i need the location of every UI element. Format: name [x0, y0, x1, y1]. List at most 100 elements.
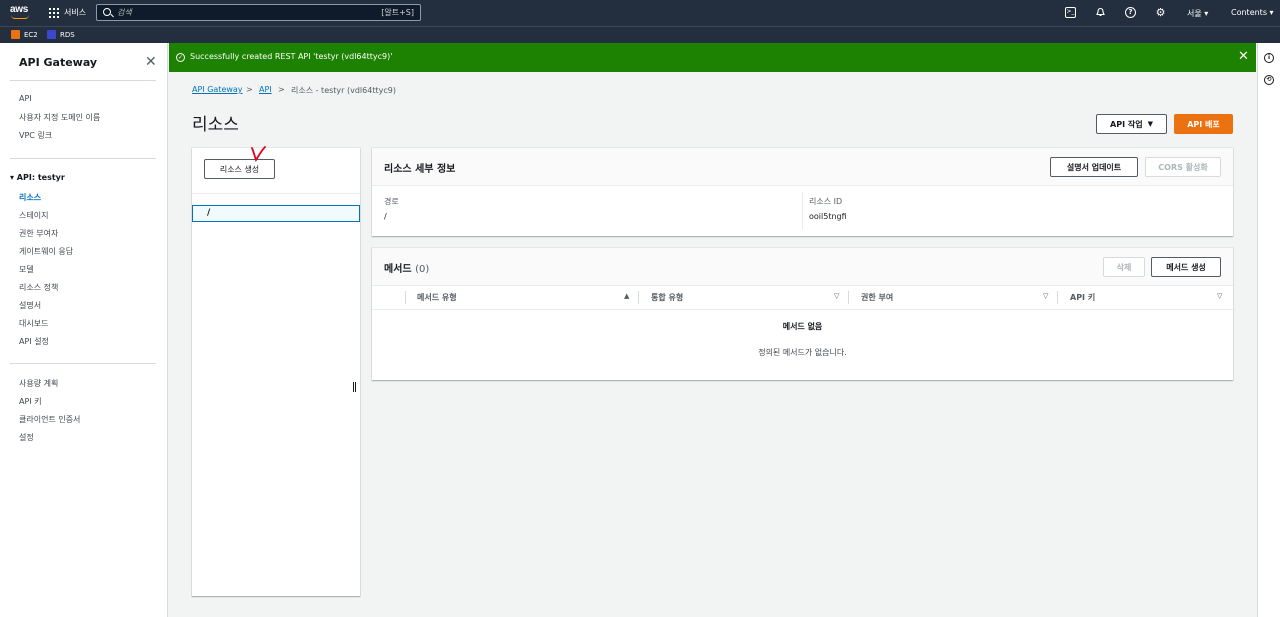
account-menu[interactable]: Contents ▾	[1231, 8, 1274, 17]
gear-icon[interactable]: ⚙	[1155, 7, 1166, 18]
deploy-api-button[interactable]: API 배포	[1174, 114, 1233, 134]
divider	[10, 80, 156, 81]
sidebar-item-authorizers[interactable]: 권한 부여자	[19, 228, 58, 239]
sidebar-api-section[interactable]: ▾ API: testyr	[10, 173, 65, 182]
search-icon	[103, 8, 111, 16]
rds-icon	[47, 30, 56, 39]
sidebar-item-client-certificates[interactable]: 클라이언트 인증서	[19, 414, 80, 425]
sidebar-item-models[interactable]: 모델	[19, 264, 34, 275]
resource-id-label: 리소스 ID	[809, 197, 843, 206]
page-title: 리소스	[192, 115, 239, 135]
empty-state-title: 메서드 없음	[782, 322, 823, 331]
terminal-icon[interactable]: >_	[1065, 7, 1076, 18]
sidebar-item-vpc-link[interactable]: VPC 링크	[19, 130, 52, 141]
sort-icon[interactable]: ▽	[1217, 292, 1222, 300]
path-value: /	[384, 212, 387, 221]
caret-down-icon: ▼	[1147, 120, 1153, 128]
aws-logo[interactable]: aws	[10, 4, 32, 22]
favorite-ec2[interactable]: EC2	[11, 30, 38, 39]
favorite-label: EC2	[24, 30, 38, 39]
sidebar-title: API Gateway	[19, 56, 98, 69]
column-divider	[848, 291, 849, 304]
methods-table-header: 메서드 유형 ▲ 통합 유형 ▽ 권한 부여 ▽ API 키 ▽	[372, 286, 1233, 310]
create-method-button[interactable]: 메서드 생성	[1151, 257, 1221, 277]
enable-cors-button[interactable]: CORS 활성화	[1145, 157, 1221, 177]
column-method-type[interactable]: 메서드 유형	[417, 292, 457, 303]
methods-title: 메서드 (0)	[384, 260, 429, 275]
divider	[10, 158, 156, 159]
services-label: 서비스	[64, 8, 87, 17]
feedback-icon[interactable]: ⟲	[1264, 75, 1274, 85]
sidebar-item-api[interactable]: API	[19, 94, 32, 103]
success-flash-banner: ✓ Successfully created REST API 'testyr …	[169, 43, 1256, 72]
sidebar-item-settings[interactable]: 설정	[19, 432, 34, 443]
panel-header: 리소스 세부 정보 설명서 업데이트 CORS 활성화	[372, 148, 1233, 186]
ec2-icon	[11, 30, 20, 39]
column-api-key[interactable]: API 키	[1070, 292, 1095, 303]
resource-tree-root[interactable]: /	[192, 205, 360, 222]
column-authorization[interactable]: 권한 부여	[861, 292, 893, 303]
column-divider	[1057, 291, 1058, 304]
panel-header: 메서드 (0) 삭제 메서드 생성	[372, 248, 1233, 286]
region-selector[interactable]: 서울 ▾	[1187, 8, 1208, 19]
search-box[interactable]: [알트+S]	[96, 4, 421, 21]
info-icon[interactable]: i	[1264, 53, 1274, 63]
flash-message: Successfully created REST API 'testyr (v…	[190, 52, 393, 61]
update-documentation-button[interactable]: 설명서 업데이트	[1050, 157, 1138, 177]
close-icon[interactable]: ✕	[1238, 49, 1249, 64]
column-divider	[638, 291, 639, 304]
handwritten-check-annotation	[250, 145, 268, 166]
help-icon[interactable]: ?	[1125, 7, 1136, 18]
breadcrumb-separator: >	[278, 85, 285, 94]
breadcrumb-separator: >	[246, 85, 253, 94]
api-actions-button[interactable]: API 작업 ▼	[1096, 114, 1167, 134]
sidebar: API Gateway ✕ API 사용자 지정 도메인 이름 VPC 링크 ▾…	[0, 43, 168, 617]
delete-method-button[interactable]: 삭제	[1103, 257, 1145, 277]
favorite-label: RDS	[60, 30, 75, 39]
breadcrumb-api-gateway[interactable]: API Gateway	[192, 85, 243, 94]
resource-details-panel: 리소스 세부 정보 설명서 업데이트 CORS 활성화 경로 / 리소스 ID …	[372, 148, 1233, 236]
details-title: 리소스 세부 정보	[384, 164, 456, 175]
sidebar-item-gateway-responses[interactable]: 게이트웨이 응답	[19, 246, 73, 257]
resource-tree-panel: 리소스 생성 /	[192, 148, 360, 596]
right-utility-rail: i ⟲	[1257, 43, 1280, 617]
methods-title-text: 메서드	[384, 264, 412, 275]
sidebar-item-resource-policy[interactable]: 리소스 정책	[19, 282, 58, 293]
aws-logo-text: aws	[10, 4, 29, 15]
sort-icon[interactable]: ▽	[1043, 292, 1048, 300]
services-menu-button[interactable]: 서비스	[49, 7, 86, 18]
check-circle-icon: ✓	[176, 53, 185, 62]
sidebar-item-api-settings[interactable]: API 설정	[19, 336, 49, 347]
sidebar-item-custom-domain[interactable]: 사용자 지정 도메인 이름	[19, 112, 100, 123]
close-icon[interactable]: ✕	[145, 54, 157, 70]
methods-panel: 메서드 (0) 삭제 메서드 생성 메서드 유형 ▲ 통합 유형 ▽ 권한 부여…	[372, 248, 1233, 380]
sort-ascending-icon[interactable]: ▲	[624, 292, 629, 300]
api-actions-label: API 작업	[1110, 119, 1143, 129]
top-navigation: aws 서비스 [알트+S] >_ ? ⚙ 서울 ▾ Contents ▾	[0, 0, 1280, 26]
divider	[192, 193, 360, 194]
divider	[802, 192, 803, 230]
search-input[interactable]	[117, 6, 357, 19]
empty-state-description: 정의된 메서드가 없습니다.	[758, 348, 847, 357]
resize-handle[interactable]	[353, 382, 356, 392]
bell-icon[interactable]	[1095, 7, 1106, 18]
breadcrumb-current: 리소스 - testyr (vdl64ttyc9)	[291, 86, 396, 95]
sidebar-item-usage-plans[interactable]: 사용량 계획	[19, 378, 58, 389]
resource-id-value: ooil5tngfi	[809, 212, 847, 221]
column-divider	[405, 291, 406, 304]
sidebar-item-documentation[interactable]: 설명서	[19, 300, 41, 311]
sidebar-item-resources[interactable]: 리소스	[19, 192, 41, 203]
methods-count: (0)	[415, 264, 430, 275]
favorite-rds[interactable]: RDS	[47, 30, 75, 39]
resource-path-root: /	[207, 208, 211, 218]
aws-smile-icon	[11, 15, 29, 19]
column-integration-type[interactable]: 통합 유형	[651, 292, 683, 303]
sidebar-item-stages[interactable]: 스테이지	[19, 210, 48, 221]
sidebar-item-api-keys[interactable]: API 키	[19, 396, 42, 407]
grid-icon	[49, 7, 59, 18]
divider	[10, 363, 156, 364]
sort-icon[interactable]: ▽	[834, 292, 839, 300]
search-shortcut: [알트+S]	[381, 8, 414, 17]
sidebar-item-dashboard[interactable]: 대시보드	[19, 318, 48, 329]
breadcrumb-api[interactable]: API	[259, 85, 272, 94]
